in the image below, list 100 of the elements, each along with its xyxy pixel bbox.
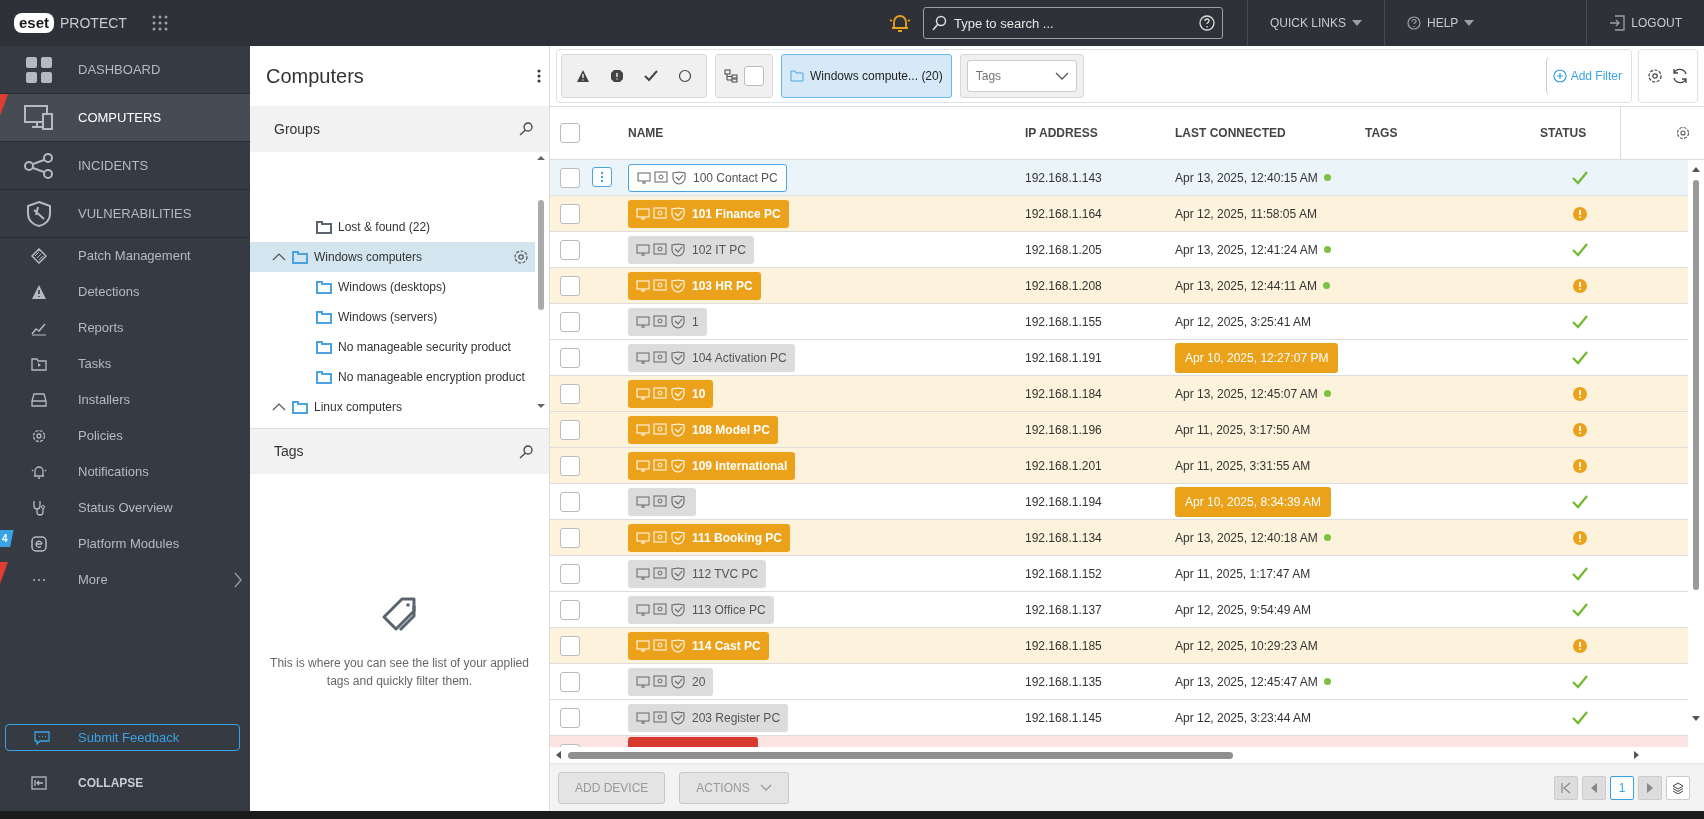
checkmark-icon[interactable] — [644, 69, 658, 83]
row-checkbox[interactable] — [560, 311, 580, 332]
help-menu[interactable]: HELP — [1383, 0, 1497, 46]
ip-address: 192.168.1.135 — [1025, 673, 1103, 691]
checkbox[interactable] — [744, 66, 764, 86]
row-checkbox[interactable] — [560, 635, 580, 656]
select-all-checkbox[interactable] — [560, 123, 580, 143]
group-tree-item[interactable]: Windows (servers) — [250, 302, 535, 332]
logout-button[interactable]: LOGOUT — [1586, 0, 1704, 46]
group-tree-item[interactable]: Linux computers — [250, 392, 535, 422]
row-checkbox[interactable] — [560, 239, 580, 260]
row-checkbox[interactable] — [560, 455, 580, 476]
warning-circle-icon — [1573, 458, 1587, 473]
search-field[interactable]: Type to search ... — [922, 7, 1223, 39]
row-checkbox[interactable] — [560, 167, 580, 188]
bell-icon — [31, 464, 47, 480]
row-checkbox[interactable] — [560, 707, 580, 728]
nav-item[interactable]: INCIDENTS — [0, 142, 250, 190]
quick-links-menu[interactable]: QUICK LINKS — [1246, 0, 1384, 46]
row-checkbox[interactable] — [560, 383, 580, 404]
row-checkbox[interactable] — [560, 671, 580, 692]
first-page-icon — [1560, 781, 1572, 794]
row-checkbox[interactable] — [560, 491, 580, 512]
collapse-button[interactable]: COLLAPSE — [0, 761, 250, 805]
computer-name-tag[interactable]: 102 IT PC — [628, 235, 754, 264]
computer-name-tag[interactable] — [628, 487, 696, 516]
nav-item[interactable]: 4 Platform Modules — [0, 526, 250, 562]
row-checkbox[interactable] — [560, 527, 580, 548]
nodes-icon — [24, 152, 54, 179]
nav-item[interactable]: Status Overview — [0, 490, 250, 526]
computer-name-tag[interactable]: 20 — [628, 667, 714, 696]
group-tree-item[interactable]: Windows computers — [250, 242, 535, 272]
circle-icon[interactable] — [678, 69, 692, 83]
next-page-button[interactable] — [1638, 775, 1662, 800]
row-checkbox[interactable] — [560, 563, 580, 584]
row-checkbox[interactable] — [560, 599, 580, 620]
chevron-icon[interactable] — [272, 253, 286, 261]
computer-name-tag[interactable]: 112 TVC PC — [628, 559, 767, 588]
column-header[interactable]: LAST CONNECTED — [1175, 124, 1365, 142]
help-icon[interactable] — [1198, 15, 1215, 31]
nav-item[interactable]: More — [0, 562, 250, 598]
bell-icon[interactable] — [888, 12, 911, 34]
nav-item[interactable]: COMPUTERS — [0, 94, 250, 142]
device-icons — [636, 314, 688, 329]
app-grid-icon[interactable] — [150, 14, 169, 32]
chevron-icon[interactable] — [272, 403, 286, 411]
column-header[interactable]: IP ADDRESS — [1025, 124, 1175, 142]
computer-name-tag[interactable]: 100 Contact PC — [628, 163, 787, 192]
nav-item[interactable]: VULNERABILITIES — [0, 190, 250, 238]
warning-icon[interactable] — [576, 69, 590, 83]
panel-title: Computers — [266, 64, 364, 89]
group-tree-item[interactable]: Lost & found (22) — [250, 212, 535, 242]
row-checkbox[interactable] — [560, 347, 580, 368]
nav-item[interactable]: Tasks — [0, 346, 250, 382]
column-header[interactable]: TAGS — [1365, 124, 1540, 142]
group-filter-button[interactable]: Windows compute... (20) — [781, 54, 952, 98]
group-tree-item[interactable]: No manageable security product — [250, 332, 535, 362]
refresh-icon[interactable] — [1671, 67, 1689, 85]
row-menu-button[interactable] — [592, 167, 612, 187]
alert-octagon-icon[interactable] — [610, 69, 624, 83]
last-connected: Apr 13, 2025, 12:40:15 AM — [1175, 169, 1318, 187]
computer-name-tag[interactable]: 104 Activation PC — [628, 343, 795, 372]
nav-item[interactable]: Policies — [0, 418, 250, 454]
ip-address: 192.168.1.184 — [1025, 385, 1103, 403]
settings-icon[interactable] — [1676, 126, 1690, 140]
submit-feedback-button[interactable]: Submit Feedback — [5, 724, 240, 751]
first-page-button[interactable] — [1554, 775, 1578, 800]
nav-item[interactable]: Detections — [0, 274, 250, 310]
warning-circle-icon — [1573, 206, 1587, 221]
layers-icon — [1672, 781, 1684, 794]
settings-icon[interactable] — [1647, 68, 1663, 84]
gear-icon[interactable] — [513, 249, 529, 265]
layers-button[interactable] — [1666, 775, 1690, 800]
computer-name-tag[interactable]: 203 Register PC — [628, 703, 789, 732]
more-vertical-icon[interactable] — [537, 69, 541, 83]
computer-name-tag[interactable]: 113 Office PC — [628, 595, 774, 624]
nav-item[interactable]: Patch Management — [0, 238, 250, 274]
checkmark-icon — [1572, 566, 1588, 581]
nav-item[interactable]: Reports — [0, 310, 250, 346]
computer-name-tag[interactable]: 1 — [628, 307, 707, 336]
row-checkbox[interactable] — [560, 419, 580, 440]
group-tree-item[interactable]: Windows (desktops) — [250, 272, 535, 302]
row-checkbox[interactable] — [560, 275, 580, 296]
warning-circle-icon — [1573, 386, 1587, 401]
search-icon[interactable] — [519, 122, 533, 136]
search-icon[interactable] — [519, 444, 533, 459]
column-header[interactable]: STATUS — [1540, 124, 1620, 142]
caret-icon[interactable] — [1054, 72, 1069, 80]
nav-item[interactable]: Installers — [0, 382, 250, 418]
tray-icon — [31, 392, 47, 408]
group-tree-item[interactable]: No manageable encryption product — [250, 362, 535, 392]
column-header[interactable]: NAME — [628, 124, 1025, 142]
gear-icon — [31, 428, 47, 444]
help-icon — [1406, 16, 1421, 30]
tags-field[interactable]: Tags — [966, 60, 1077, 92]
row-checkbox[interactable] — [560, 203, 580, 224]
previous-page-button[interactable] — [1582, 775, 1606, 800]
subgroup-icon[interactable] — [724, 69, 738, 83]
empty-state-text: This is where you can see the list of your applied tags and quickly filter them. — [269, 654, 530, 690]
nav-item[interactable]: Notifications — [0, 454, 250, 490]
